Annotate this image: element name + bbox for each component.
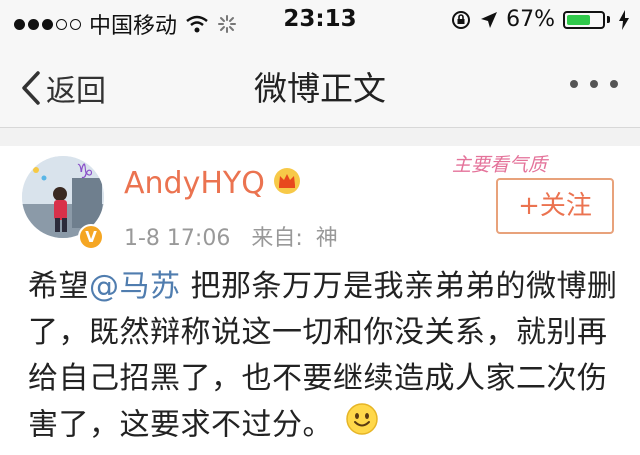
verified-badge-icon: V [78, 224, 104, 250]
charging-bolt-icon [619, 9, 629, 30]
section-divider [0, 128, 640, 146]
page-title: 微博正文 [254, 69, 386, 108]
status-bar: 中国移动 23:13 67% [0, 0, 640, 40]
location-arrow-icon [481, 11, 498, 28]
username[interactable]: AndyHYQ [124, 166, 265, 201]
post-text-part-1: 希望 [28, 269, 89, 304]
more-options-icon[interactable] [570, 80, 618, 88]
battery-percent: 67% [506, 7, 555, 32]
battery-icon [563, 10, 610, 29]
post-meta: 1-8 17:06 来自: 神 [124, 220, 338, 252]
nav-bar: 返回 微博正文 [0, 40, 640, 128]
post-date: 1-8 17:06 [124, 226, 231, 251]
vip-crown-icon[interactable] [272, 166, 302, 196]
post-source: 神 [315, 226, 338, 251]
follow-button[interactable]: +关注 [496, 178, 614, 234]
post-text: 希望@马苏 把那条万万是我亲弟弟的微博删了，既然辩称说这一切和你没关系，就别再给… [28, 264, 620, 450]
smile-emoji-icon [345, 402, 379, 450]
svg-text:♑: ♑ [76, 159, 94, 183]
source-prefix: 来自: [251, 226, 303, 251]
mention-link[interactable]: @马苏 [89, 269, 181, 304]
rotation-lock-icon [452, 10, 471, 29]
card-watermark: 主要看气质 [452, 154, 548, 176]
status-right: 67% [450, 7, 630, 32]
